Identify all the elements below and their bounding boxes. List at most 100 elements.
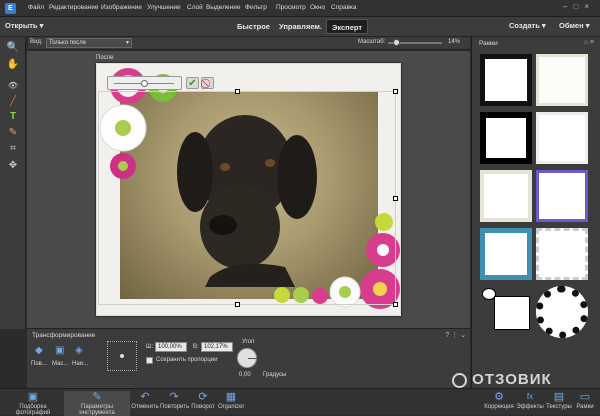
menu-window[interactable]: Окно	[310, 4, 325, 11]
tools-panel: 🔍 ✋ 👁 ╱ T ✎ ⌗ ✥	[0, 37, 26, 329]
textures-icon: ▤	[553, 391, 565, 403]
create-button[interactable]: Создать ▾	[509, 21, 546, 30]
window-controls[interactable]: –□×	[563, 2, 595, 11]
view-label: Вид:	[30, 39, 43, 45]
organizer-button[interactable]: ▦ Organizer	[218, 391, 244, 410]
effects-icon: fx	[526, 392, 534, 401]
rotate-slider[interactable]	[107, 76, 182, 90]
menu-view[interactable]: Просмотр	[276, 4, 306, 11]
frame-white[interactable]	[536, 112, 588, 164]
keep-proportions-checkbox[interactable]	[146, 357, 153, 364]
width-field[interactable]: 100,00%	[155, 342, 187, 352]
photo-bin-label: Подборка фотографий	[15, 404, 51, 416]
share-button[interactable]: Обмен ▾	[559, 21, 589, 30]
transform-bounding-box[interactable]	[98, 91, 396, 305]
chevron-down-icon: ▾	[125, 40, 129, 46]
scale-mode-icon[interactable]: ▣	[55, 345, 64, 356]
cancel-icon[interactable]: ⃠	[201, 77, 214, 89]
tool-options-label: Параметры инструмента	[79, 404, 115, 416]
watermark-text: ОТЗОВИК	[472, 371, 552, 388]
menu-bar: E Файл Редактирование Изображение Улучше…	[0, 0, 600, 17]
redo-label: Повторить	[160, 404, 190, 410]
redo-icon: ↷	[169, 391, 179, 403]
menu-layer[interactable]: Слой	[187, 4, 203, 11]
degrees-label: Градусы	[263, 372, 287, 378]
height-field[interactable]: 102,17%	[201, 342, 233, 352]
tab-guided[interactable]: Управляем.	[274, 19, 327, 34]
rotate-icon: ⟳	[198, 391, 208, 403]
tab-expert[interactable]: Эксперт	[326, 19, 369, 34]
hand-icon[interactable]: ✋	[6, 59, 20, 71]
menu-edit[interactable]: Редактирование	[49, 4, 99, 11]
tool-options-panel: Трансформирование ? ⋮ ⌄ ◆ Пов... ▣ Мас..…	[27, 328, 470, 388]
menu-file[interactable]: Файл	[28, 4, 44, 11]
bottom-taskbar: ▣ Подборка фотографий ✎ Параметры инстру…	[0, 388, 600, 416]
commit-icon[interactable]: ✔	[186, 77, 199, 89]
create-label: Создать	[509, 21, 540, 30]
handle-top-right[interactable]	[393, 89, 398, 94]
rotate-label: Поворот	[191, 404, 215, 410]
brush-icon[interactable]: ╱	[6, 96, 20, 108]
menu-image[interactable]: Изображение	[101, 4, 142, 11]
open-button[interactable]: Открыть ▾	[5, 21, 43, 30]
scale-mode-label: Мас...	[52, 361, 69, 367]
handle-right[interactable]	[393, 196, 398, 201]
move-icon[interactable]: ✥	[6, 160, 20, 172]
menu-help[interactable]: Справка	[331, 4, 357, 11]
zoom-slider[interactable]	[388, 39, 442, 46]
angle-dial[interactable]	[237, 348, 257, 368]
handle-top[interactable]	[235, 89, 240, 94]
handle-bottom-right[interactable]	[393, 302, 398, 307]
frame-speech-bubble[interactable]	[480, 286, 532, 338]
crop-icon[interactable]: ⌗	[6, 143, 20, 155]
frame-paper[interactable]	[536, 54, 588, 106]
menu-enhance[interactable]: Улучшение	[147, 4, 181, 11]
correction-button[interactable]: ⚙ Коррекция	[484, 391, 514, 410]
effects-button[interactable]: fx Эффекты	[516, 391, 544, 410]
rotate-slider-knob[interactable]	[141, 80, 148, 87]
text-icon[interactable]: T	[6, 111, 20, 123]
frames-panel: Рамки ⌂ ≡	[471, 37, 600, 388]
panel-options-icon[interactable]: ⌂ ≡	[584, 39, 594, 46]
textures-button[interactable]: ▤ Текстуры	[545, 391, 573, 410]
redo-button[interactable]: ↷ Повторить	[160, 391, 190, 410]
after-label: После	[96, 55, 114, 61]
share-label: Обмен	[559, 21, 584, 30]
panel-menu-icon[interactable]: ? ⋮ ⌄	[445, 331, 466, 339]
frame-black[interactable]	[480, 112, 532, 164]
frame-film[interactable]	[480, 54, 532, 106]
menu-select[interactable]: Выделение	[206, 4, 240, 11]
eraser-icon[interactable]: ✎	[6, 127, 20, 139]
photo-bin-button[interactable]: ▣ Подборка фотографий	[3, 391, 63, 416]
view-select[interactable]: Только после ▾	[46, 38, 132, 48]
zoom-slider-knob[interactable]	[392, 39, 400, 46]
correction-label: Коррекция	[484, 404, 514, 410]
frame-buttons[interactable]	[536, 170, 588, 222]
frame-round[interactable]	[536, 286, 588, 338]
reference-point-grid[interactable]	[107, 341, 137, 371]
keep-proportions-label: Сохранить пропорции	[156, 357, 218, 363]
tab-quick[interactable]: Быстрое	[232, 19, 275, 34]
zoom-value: 14%	[448, 39, 461, 45]
frames-button[interactable]: ▭ Рамки	[573, 391, 597, 410]
frame-stamp[interactable]	[536, 228, 588, 280]
skew-mode-icon[interactable]: ◈	[75, 345, 83, 356]
zoom-icon[interactable]: 🔍	[6, 42, 20, 54]
tool-options-button[interactable]: ✎ Параметры инструмента	[64, 391, 130, 416]
top-toolbar: Открыть ▾ Быстрое Управляем. Эксперт Соз…	[0, 17, 600, 37]
frames-label: Рамки	[576, 404, 594, 410]
rotate-button[interactable]: ⟳ Поворот	[190, 391, 216, 410]
handle-bottom[interactable]	[235, 302, 240, 307]
open-label: Открыть	[5, 21, 38, 30]
undo-button[interactable]: ↶ Отменить	[131, 391, 159, 410]
angle-value: 0,00	[239, 372, 251, 378]
frame-blue[interactable]	[480, 228, 532, 280]
tool-options-icon: ✎	[92, 391, 102, 403]
view-select-value: Только после	[49, 40, 87, 46]
undo-icon: ↶	[140, 391, 150, 403]
frame-beige[interactable]	[480, 170, 532, 222]
rotate-mode-icon[interactable]: ◆	[35, 345, 43, 356]
menu-filter[interactable]: Фильтр	[245, 4, 267, 11]
transform-title: Трансформирование	[32, 332, 96, 339]
eye-icon[interactable]: 👁	[6, 80, 20, 92]
